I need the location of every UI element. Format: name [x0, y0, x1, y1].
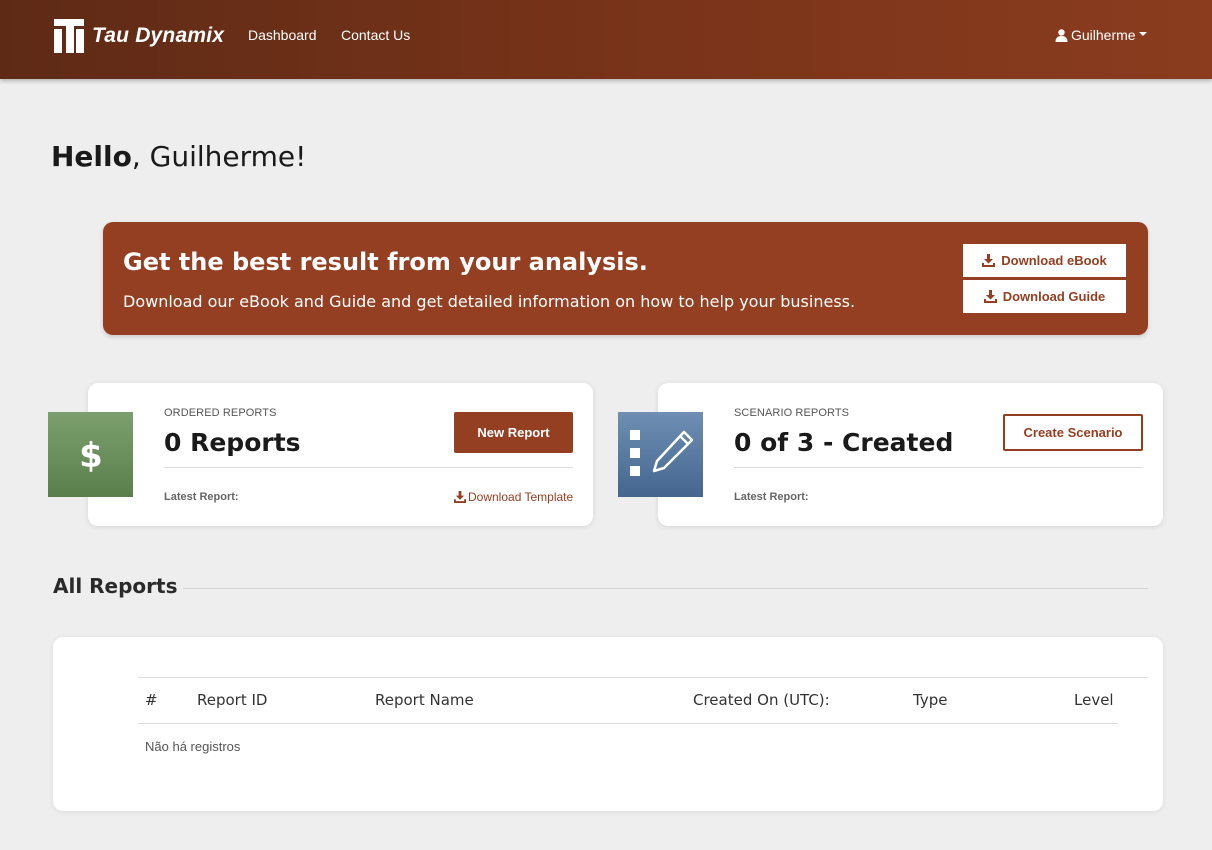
user-icon — [1055, 28, 1068, 42]
download-icon — [983, 290, 997, 303]
download-ebook-label: Download eBook — [1001, 253, 1107, 268]
column-header-created-on[interactable]: Created On (UTC): — [693, 691, 830, 709]
table-divider — [138, 723, 1118, 724]
section-divider — [183, 588, 1148, 589]
top-navbar: Tau Dynamix Dashboard Contact Us Guilher… — [0, 0, 1212, 79]
column-header-report-name[interactable]: Report Name — [375, 691, 474, 709]
new-report-button[interactable]: New Report — [454, 412, 573, 453]
ordered-reports-card: ORDERED REPORTS 0 Reports New Report Lat… — [88, 383, 593, 526]
download-template-link[interactable]: Download Template — [454, 490, 573, 504]
scenario-reports-count: 0 of 3 - Created — [734, 428, 954, 457]
page-greeting: Hello, Guilherme! — [51, 140, 306, 173]
scenario-latest-report-label: Latest Report: — [734, 491, 809, 503]
column-header-report-id[interactable]: Report ID — [197, 691, 267, 709]
download-icon — [982, 254, 996, 267]
scenario-reports-card: SCENARIO REPORTS 0 of 3 - Created Create… — [658, 383, 1163, 526]
svg-text:$: $ — [79, 437, 103, 473]
banner-subtitle: Download our eBook and Guide and get det… — [123, 292, 856, 311]
nav-dashboard[interactable]: Dashboard — [248, 27, 317, 43]
promo-banner: Get the best result from your analysis. … — [103, 222, 1148, 335]
scenario-reports-label: SCENARIO REPORTS — [734, 407, 850, 419]
nav-contact-us[interactable]: Contact Us — [341, 27, 410, 43]
download-icon — [454, 491, 466, 503]
brand-name: Tau Dynamix — [92, 24, 225, 47]
column-header-type[interactable]: Type — [913, 691, 947, 709]
card-divider — [734, 467, 1143, 468]
greeting-hello: Hello — [51, 140, 132, 173]
user-dropdown[interactable]: Guilherme — [1055, 27, 1147, 43]
all-reports-title: All Reports — [53, 574, 178, 598]
list-edit-icon — [618, 412, 703, 497]
logo-icon — [52, 17, 86, 55]
ordered-reports-count: 0 Reports — [164, 428, 301, 457]
brand[interactable]: Tau Dynamix — [52, 16, 224, 56]
create-scenario-button[interactable]: Create Scenario — [1003, 414, 1143, 451]
ordered-latest-report-label: Latest Report: — [164, 491, 239, 503]
dollar-icon: $ — [48, 412, 133, 497]
download-template-label: Download Template — [468, 490, 574, 504]
reports-table: # Report ID Report Name Created On (UTC)… — [53, 637, 1163, 811]
card-divider — [164, 467, 573, 468]
empty-table-message: Não há registros — [145, 739, 241, 754]
caret-down-icon — [1138, 32, 1147, 36]
ordered-reports-label: ORDERED REPORTS — [164, 407, 277, 419]
greeting-name: , Guilherme! — [131, 140, 307, 173]
download-guide-button[interactable]: Download Guide — [963, 280, 1126, 313]
download-guide-label: Download Guide — [1002, 289, 1106, 304]
table-divider — [138, 677, 1148, 678]
download-ebook-button[interactable]: Download eBook — [963, 244, 1126, 277]
banner-title: Get the best result from your analysis. — [123, 248, 648, 276]
column-header-level[interactable]: Level — [1074, 691, 1114, 709]
column-header-number[interactable]: # — [145, 691, 158, 709]
user-name: Guilherme — [1071, 27, 1136, 43]
